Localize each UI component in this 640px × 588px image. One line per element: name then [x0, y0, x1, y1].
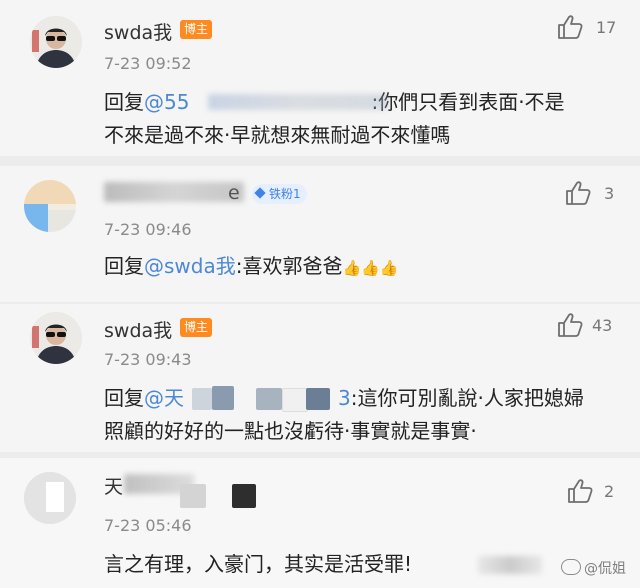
- redacted-block: [282, 388, 308, 412]
- username[interactable]: swda我: [104, 316, 172, 343]
- comment-body: :喜欢郭爸爸: [235, 254, 343, 278]
- username[interactable]: 天: [104, 472, 123, 499]
- redacted-username: [104, 182, 244, 202]
- comment-card: swda我 博主 7-23 09:52 17 回复@55:你們只看到表面·不是 …: [0, 0, 640, 156]
- mention-link[interactable]: @swda我: [144, 254, 236, 278]
- comment-line2: 不來是過不來·早就想來無耐過不來懂嗎: [104, 123, 451, 147]
- redacted-blur: [208, 94, 388, 110]
- thumbs-up-icon[interactable]: [564, 180, 592, 206]
- mention-link[interactable]: @天: [144, 386, 184, 410]
- mention-link[interactable]: @55: [144, 90, 189, 114]
- diamond-icon: [254, 187, 266, 199]
- like-count: 43: [592, 316, 613, 335]
- comment-text: 言之有理，入豪门，其实是活受罪!: [104, 552, 413, 576]
- redacted-block: [232, 484, 256, 508]
- comment-line1-rest: :你們只看到表面·不是: [371, 90, 565, 114]
- like-count: 2: [604, 482, 615, 501]
- reply-prefix: 回复: [104, 90, 144, 114]
- thumbs-up-icon[interactable]: [556, 14, 584, 40]
- username[interactable]: swda我: [104, 18, 172, 45]
- comment-time: 7-23 09:52: [104, 54, 192, 73]
- thumbs-up-icon[interactable]: [556, 312, 584, 338]
- like-count: 3: [604, 184, 615, 203]
- comment-time: 7-23 09:46: [104, 220, 192, 239]
- comment-list: swda我 博主 7-23 09:52 17 回复@55:你們只看到表面·不是 …: [0, 0, 640, 588]
- redacted-blur: [478, 556, 542, 574]
- thumbs-up-icon[interactable]: [566, 478, 594, 504]
- redacted-block: [212, 386, 234, 410]
- reply-prefix: 回复: [104, 254, 144, 278]
- fan-badge: 铁粉1: [252, 184, 307, 204]
- comment-text: 回复@天 3:這你可別亂說·人家把媳婦 照顧的好好的一點也沒虧待·事實就是事實·: [104, 382, 584, 448]
- thumbs-emoji: 👍👍👍: [342, 259, 399, 277]
- watermark: @侃姐: [561, 558, 626, 578]
- redacted-block: [180, 484, 206, 508]
- user-avatar[interactable]: [30, 312, 82, 364]
- redacted-block: [256, 388, 282, 410]
- comment-card: swda我 博主 7-23 09:43 43 回复@天 3:這你可別亂說·人家把媳…: [0, 304, 640, 452]
- comment-card: 天 7-23 05:46 2 言之有理，入豪门，其实是活受罪! @侃姐: [0, 458, 640, 588]
- reply-prefix: 回复: [104, 386, 144, 410]
- blogger-badge: 博主: [180, 318, 213, 337]
- weibo-icon: [561, 559, 581, 575]
- user-avatar[interactable]: [24, 180, 76, 232]
- comment-line2: 照顧的好好的一點也沒虧待·事實就是事實·: [104, 419, 477, 443]
- redacted-block: [192, 388, 212, 410]
- mention-link-end[interactable]: 3: [338, 386, 351, 410]
- username-tail[interactable]: e: [228, 182, 240, 204]
- comment-time: 7-23 09:43: [104, 350, 192, 369]
- like-count: 17: [596, 18, 617, 37]
- comment-line1-rest: :這你可別亂說·人家把媳婦: [350, 386, 584, 410]
- user-avatar[interactable]: [30, 16, 82, 68]
- redacted-block: [306, 388, 330, 410]
- comment-card: e 铁粉1 7-23 09:46 3 回复@swda我:喜欢郭爸爸👍👍👍: [0, 166, 640, 302]
- blogger-badge: 博主: [180, 20, 213, 39]
- comment-text: 回复@swda我:喜欢郭爸爸👍👍👍: [104, 250, 399, 283]
- comment-time: 7-23 05:46: [104, 516, 192, 535]
- watermark-text: @侃姐: [584, 561, 626, 577]
- fan-badge-label: 铁粉1: [269, 187, 301, 201]
- user-avatar[interactable]: [24, 472, 76, 524]
